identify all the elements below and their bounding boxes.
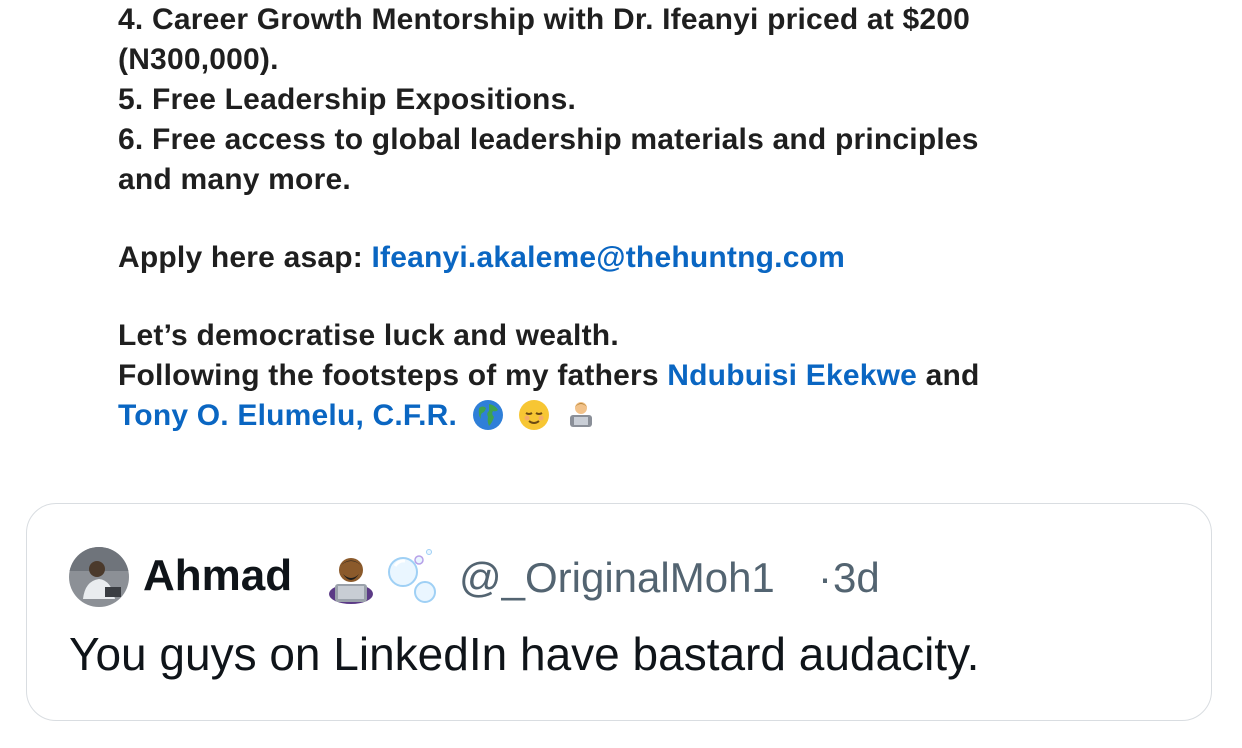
tweet-timestamp[interactable]: 3d bbox=[833, 550, 880, 606]
mention-tony-elumelu[interactable]: Tony O. Elumelu, C.F.R. bbox=[118, 399, 457, 432]
technologist-icon bbox=[565, 399, 597, 442]
avatar[interactable] bbox=[69, 547, 129, 607]
globe-icon bbox=[472, 399, 504, 442]
quoted-tweet-card[interactable]: Ahmad @_OriginalMoh1 · 3d You guys on Li… bbox=[26, 503, 1212, 721]
mention-line: Tony O. Elumelu, C.F.R. bbox=[118, 396, 1118, 436]
post-line: 5. Free Leadership Expositions. bbox=[118, 83, 577, 116]
technologist-icon bbox=[325, 550, 377, 609]
meta-separator: · bbox=[818, 554, 832, 601]
apply-label: Apply here asap: bbox=[118, 241, 372, 274]
post-line: 6. Free access to global leadership mate… bbox=[118, 123, 979, 156]
post-line: 4. Career Growth Mentorship with Dr. Ife… bbox=[118, 3, 971, 36]
footsteps-line: Following the footsteps of my fathers Nd… bbox=[118, 356, 1118, 396]
mention-ndubuisi-ekekwe[interactable]: Ndubuisi Ekekwe bbox=[667, 359, 917, 392]
apply-line: Apply here asap: Ifeanyi.akaleme@thehunt… bbox=[118, 238, 1118, 278]
display-name[interactable]: Ahmad bbox=[143, 548, 292, 604]
footsteps-text: Following the footsteps of my fathers bbox=[118, 359, 668, 392]
post-line: Let’s democratise luck and wealth. bbox=[118, 319, 619, 352]
user-handle[interactable]: @_OriginalMoh1 bbox=[459, 550, 775, 606]
post-line: and many more. bbox=[118, 163, 351, 196]
footsteps-suffix: and bbox=[917, 359, 980, 392]
linkedin-post-screenshot: 4. Career Growth Mentorship with Dr. Ife… bbox=[118, 0, 1118, 436]
relieved-face-icon bbox=[518, 399, 550, 442]
apply-email-link[interactable]: Ifeanyi.akaleme@thehuntng.com bbox=[371, 241, 845, 274]
quoted-tweet-text: You guys on LinkedIn have bastard audaci… bbox=[69, 628, 980, 680]
post-line: (N300,000). bbox=[118, 43, 279, 76]
bubbles-icon bbox=[385, 548, 441, 611]
